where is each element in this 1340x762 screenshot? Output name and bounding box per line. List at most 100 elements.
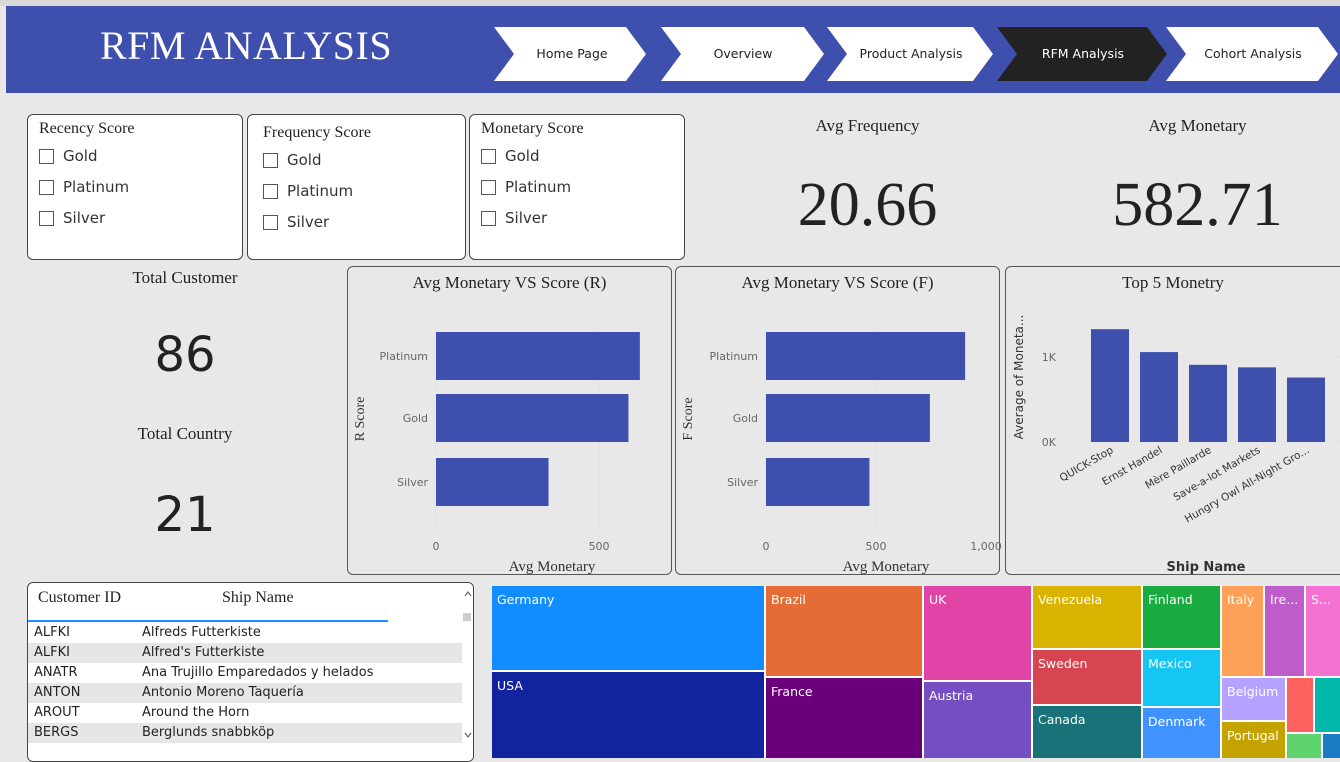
y-tick-label: 0K <box>1042 436 1057 449</box>
treemap-label: Denmark <box>1148 714 1206 729</box>
nav-home-page-label[interactable]: Home Page <box>512 46 632 61</box>
nav-cohort-analysis-label[interactable]: Cohort Analysis <box>1182 46 1324 61</box>
slicer-option-gold[interactable]: Gold <box>39 147 98 165</box>
ship-name-cell: Berglunds snabbköp <box>142 725 275 740</box>
column-header-customer-id[interactable]: Customer ID <box>38 589 121 607</box>
treemap-label: Belgium <box>1227 684 1279 699</box>
total-country-label: Total Country <box>137 424 233 443</box>
treemap-cell[interactable]: UK <box>924 586 1031 680</box>
checkbox[interactable] <box>39 179 54 195</box>
scroll-thumb[interactable] <box>463 613 471 621</box>
treemap-cell-unlabeled[interactable] <box>1287 734 1321 758</box>
checkbox[interactable] <box>39 148 54 164</box>
x-tick-label: 500 <box>589 540 610 553</box>
treemap-cell[interactable]: France <box>766 678 922 758</box>
total-customer-value: 86 <box>154 327 216 383</box>
x-axis-title: Avg Monetary <box>509 559 596 575</box>
slicer-option-gold[interactable]: Gold <box>481 147 540 165</box>
customer-id-cell: ALFKI <box>34 645 70 660</box>
checkbox[interactable] <box>481 179 496 195</box>
treemap-cell[interactable]: Italy <box>1222 586 1263 676</box>
option-label: Silver <box>63 209 106 227</box>
option-label: Silver <box>505 209 548 227</box>
treemap-label: S... <box>1311 592 1331 607</box>
table-row[interactable]: ANTON Antonio Moreno Taquería <box>28 683 465 703</box>
treemap-cell[interactable]: Austria <box>924 682 1031 758</box>
checkbox[interactable] <box>481 148 496 164</box>
option-label: Gold <box>505 147 540 165</box>
slicer-option-silver[interactable]: Silver <box>481 209 547 227</box>
customer-id-cell: ANTON <box>34 685 81 700</box>
treemap-cell[interactable]: Denmark <box>1143 708 1220 758</box>
ship-name-cell: Alfreds Futterkiste <box>142 625 261 640</box>
f-score-bar-silver[interactable] <box>766 458 870 506</box>
chart-r-score-panel: Avg Monetary VS Score (R) 0 500 Platinum Go… <box>347 266 672 575</box>
treemap-cell[interactable]: Portugal <box>1222 722 1285 758</box>
y-tick-label: 1K <box>1042 351 1057 364</box>
treemap-cell[interactable]: Canada <box>1033 706 1141 758</box>
top5-bar[interactable] <box>1238 367 1276 442</box>
r-score-bar-silver[interactable] <box>436 458 549 506</box>
chart-top5-panel: Top 5 Monetry 0K 1K QUICK-Stop Ernst Handel… <box>1005 266 1340 575</box>
r-score-bar-gold[interactable] <box>436 394 629 442</box>
treemap-cell[interactable]: Germany <box>492 586 764 670</box>
scroll-up-icon[interactable] <box>464 591 472 597</box>
chart-top5-svg: 0K1KQUICK-StopErnst HandelMère Paillarde… <box>1012 315 1340 575</box>
table-row[interactable]: AROUT Around the Horn <box>28 703 465 723</box>
treemap-cell-unlabeled[interactable] <box>1287 678 1313 732</box>
slicer-option-silver[interactable]: Silver <box>39 209 105 227</box>
y-category-label: Gold <box>733 412 758 425</box>
nav-rfm-analysis-label[interactable]: RFM Analysis <box>1014 46 1152 61</box>
scroll-down-icon[interactable] <box>464 732 472 738</box>
r-score-bar-platinum[interactable] <box>436 332 640 380</box>
total-country-value: 21 <box>154 487 216 543</box>
treemap-cell-unlabeled[interactable] <box>1323 734 1340 758</box>
treemap-label: Brazil <box>771 592 806 607</box>
table-row[interactable]: BERGS Berglunds snabbköp <box>28 723 465 743</box>
checkbox[interactable] <box>263 214 278 230</box>
x-axis-title: Ship Name <box>1167 560 1246 575</box>
header-underline <box>28 620 388 622</box>
treemap-cell[interactable]: Belgium <box>1222 678 1285 720</box>
slicer-option-platinum[interactable]: Platinum <box>481 178 571 196</box>
checkbox[interactable] <box>481 210 496 226</box>
top5-bar[interactable] <box>1140 352 1178 442</box>
treemap-label: Germany <box>497 592 555 607</box>
treemap-cell[interactable]: Sweden <box>1033 650 1141 704</box>
treemap-cell[interactable]: Brazil <box>766 586 922 676</box>
nav-product-analysis-label[interactable]: Product Analysis <box>844 46 978 61</box>
slicer-option-platinum[interactable]: Platinum <box>263 182 353 200</box>
slicer-title: Monetary Score <box>481 120 584 137</box>
f-score-bar-gold[interactable] <box>766 394 930 442</box>
slicer-title: Recency Score <box>39 120 135 137</box>
slicer-option-gold[interactable]: Gold <box>263 151 322 169</box>
table-row[interactable]: ALFKI Alfreds Futterkiste <box>28 623 465 643</box>
top5-bar[interactable] <box>1091 329 1129 442</box>
table-row[interactable]: ANATR Ana Trujillo Emparedados y helados <box>28 663 465 683</box>
slicer-option-platinum[interactable]: Platinum <box>39 178 129 196</box>
treemap-cell[interactable]: S... <box>1306 586 1340 676</box>
top5-bar[interactable] <box>1189 364 1227 442</box>
treemap-cell[interactable]: Venezuela <box>1033 586 1141 648</box>
treemap-cell[interactable]: Finland <box>1143 586 1220 648</box>
chart-f-score-panel: Avg Monetary VS Score (F) 0 500 1,000 Plati… <box>675 266 1001 575</box>
treemap-label: Ire... <box>1270 592 1299 607</box>
treemap-label: France <box>771 684 813 699</box>
slicer-option-silver[interactable]: Silver <box>263 213 329 231</box>
recency-score-slicer: Recency Score Gold Platinum Silver <box>27 114 243 260</box>
ship-name-cell: Ana Trujillo Emparedados y helados <box>142 665 374 680</box>
treemap-cell[interactable]: Mexico <box>1143 650 1220 706</box>
treemap-cell[interactable]: USA <box>492 672 764 758</box>
top5-bar[interactable] <box>1287 377 1325 442</box>
table-row[interactable]: ALFKI Alfred's Futterkiste <box>28 643 465 663</box>
nav-overview-label[interactable]: Overview <box>678 46 808 61</box>
table-scrollbar[interactable] <box>462 583 473 761</box>
checkbox[interactable] <box>263 152 278 168</box>
y-axis-title: Average of Moneta... <box>1012 315 1026 440</box>
checkbox[interactable] <box>39 210 54 226</box>
treemap-cell-unlabeled[interactable] <box>1315 678 1340 732</box>
checkbox[interactable] <box>263 183 278 199</box>
treemap-cell[interactable]: Ire... <box>1265 586 1304 676</box>
column-header-ship-name[interactable]: Ship Name <box>222 589 294 607</box>
f-score-bar-platinum[interactable] <box>766 332 966 380</box>
